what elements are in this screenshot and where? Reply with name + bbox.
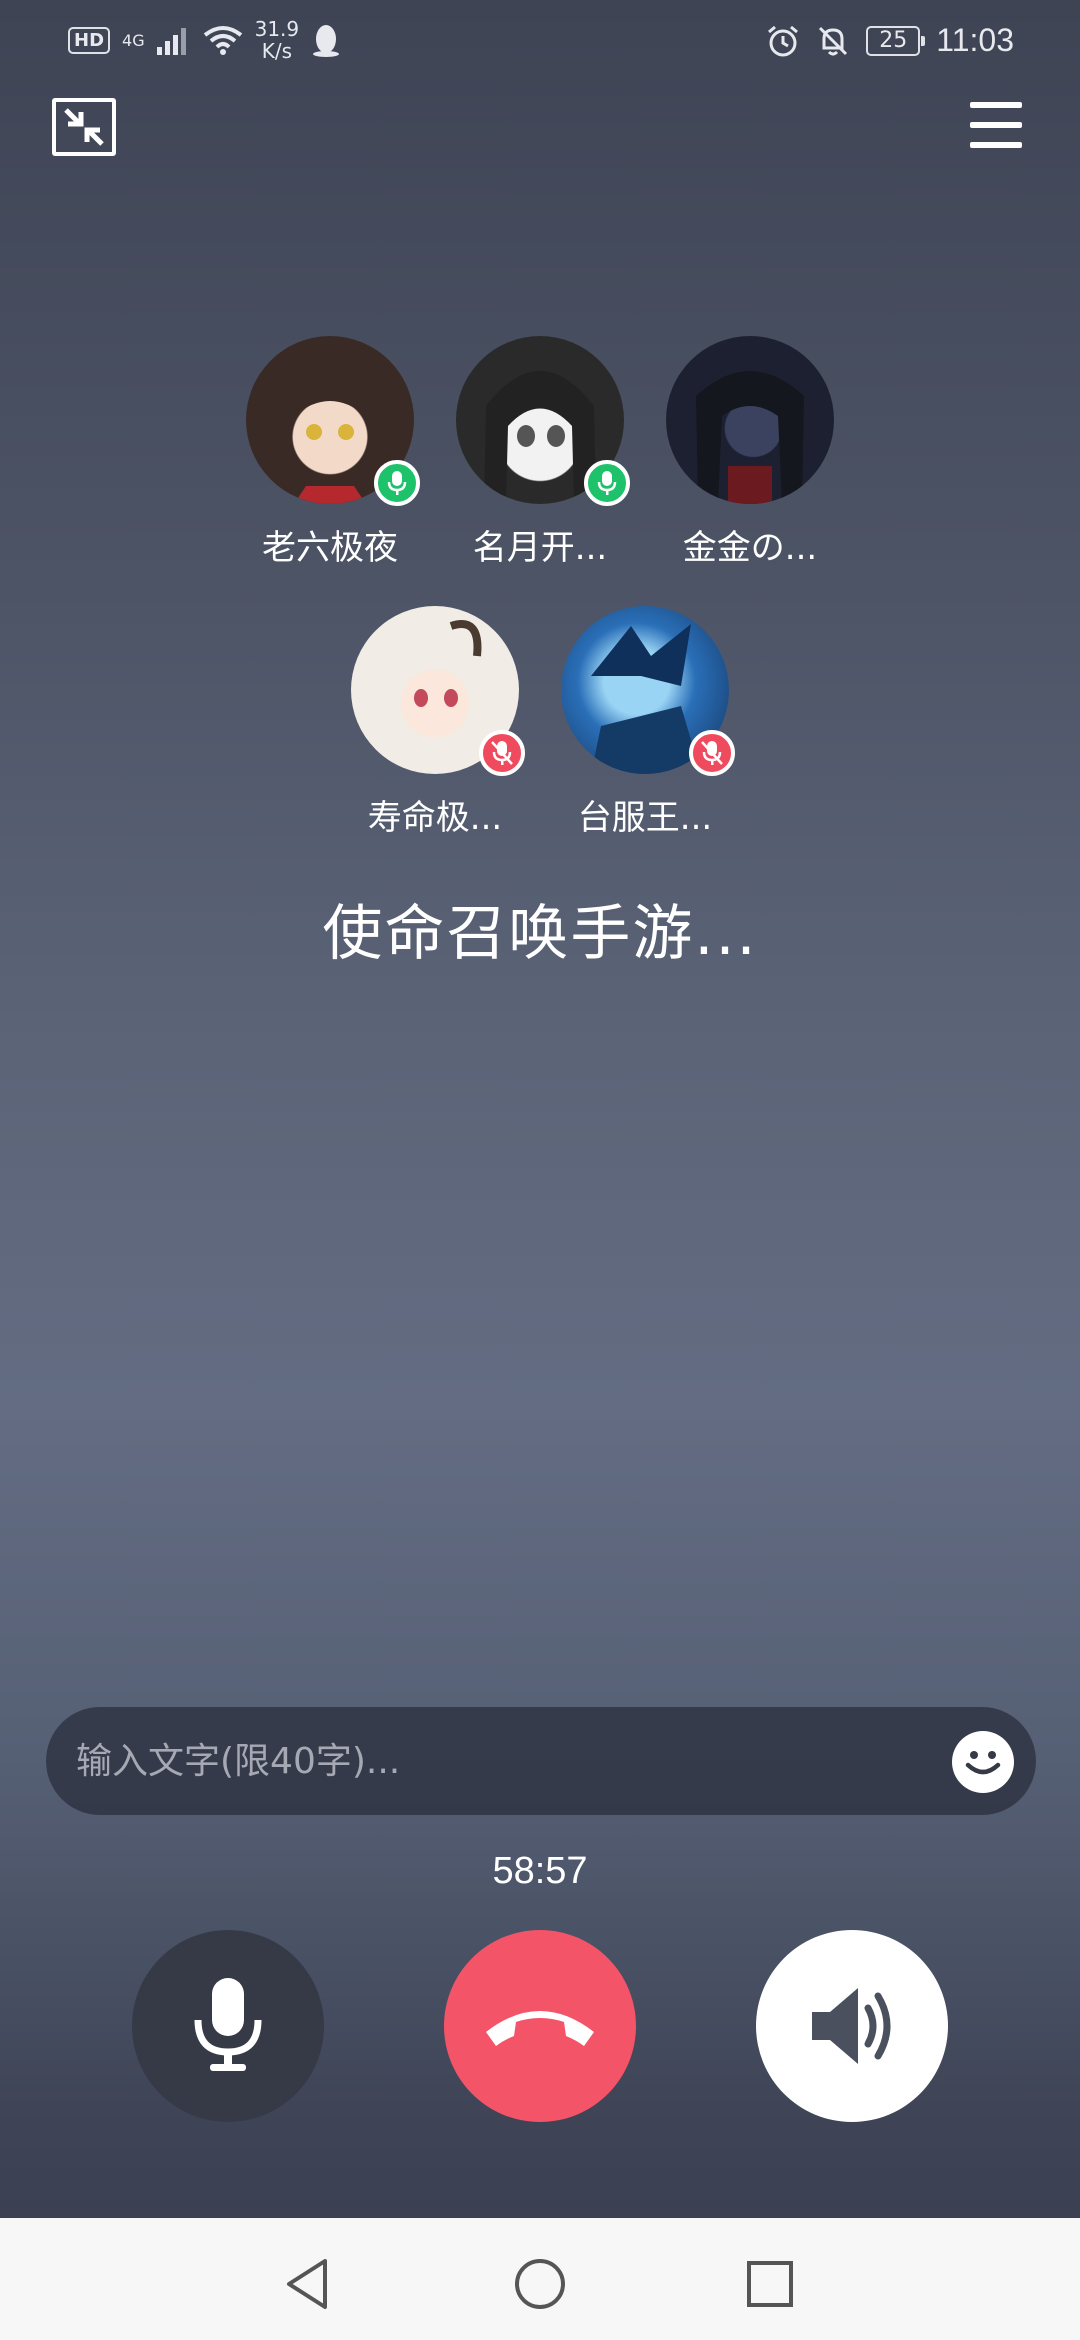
shrink-window-icon: [64, 108, 104, 146]
microphone-muted-icon: [491, 741, 513, 765]
participant-name: 金金の...: [682, 528, 818, 568]
call-timer: 58:57: [492, 1850, 588, 1892]
clock: 11:03: [936, 22, 1014, 58]
signal-icon: [156, 28, 186, 55]
participant-name: 寿命极...: [367, 798, 503, 838]
microphone-icon: [387, 471, 407, 495]
chat-text-input[interactable]: [76, 1740, 936, 1782]
mute-button[interactable]: [132, 1930, 324, 2122]
speed-value: 31.9: [254, 17, 300, 41]
status-left: HD 4G 31.9 K/s: [68, 18, 341, 62]
avatar-image: [666, 336, 834, 504]
battery-indicator: 25: [866, 25, 926, 56]
mic-on-badge: [374, 460, 420, 506]
system-nav-bar: [0, 2218, 1080, 2340]
hang-up-button[interactable]: [444, 1930, 636, 2122]
participant-name: 老六极夜: [262, 528, 398, 568]
mic-on-badge: [584, 460, 630, 506]
speaker-button[interactable]: [756, 1930, 948, 2122]
participant[interactable]: 名月开...: [440, 336, 640, 569]
status-right: 25 11:03: [766, 22, 1014, 59]
speed-unit: K/s: [261, 39, 292, 63]
speaker-icon: [812, 1988, 891, 2064]
status-bar: HD 4G 31.9 K/s 25 11:03: [0, 0, 1080, 92]
emoji-button[interactable]: [952, 1731, 1014, 1793]
participant[interactable]: 台服王...: [545, 606, 745, 839]
network-speed: 31.9 K/s: [255, 18, 300, 62]
avatar: [666, 336, 834, 504]
mic-off-badge: [479, 730, 525, 776]
microphone-icon: [597, 471, 617, 495]
avatar: [246, 336, 420, 506]
avatar: [561, 606, 735, 776]
menu-button[interactable]: [970, 100, 1022, 150]
participant[interactable]: 金金の...: [650, 336, 850, 569]
smiley-icon: [965, 1751, 1001, 1775]
hang-up-icon: [486, 2011, 594, 2046]
nav-back-button[interactable]: [278, 2254, 338, 2314]
avatar: [456, 336, 630, 506]
chat-input-bar: [46, 1707, 1036, 1815]
wifi-icon: [203, 26, 242, 55]
room-title: 使命召唤手游...: [322, 899, 758, 969]
participant-name: 名月开...: [472, 528, 608, 568]
nav-recents-button[interactable]: [740, 2254, 800, 2314]
avatar: [351, 606, 525, 776]
participant[interactable]: 老六极夜: [230, 336, 430, 569]
hamburger-menu-icon: [970, 102, 1022, 108]
qq-penguin-icon: [313, 25, 340, 57]
mic-off-badge: [689, 730, 735, 776]
nav-home-button[interactable]: [510, 2254, 570, 2314]
home-circle-icon: [515, 2259, 565, 2309]
network-type-label: 4G: [122, 30, 145, 50]
minimize-button[interactable]: [52, 98, 116, 156]
recents-square-icon: [747, 2261, 793, 2307]
hd-badge: HD: [68, 26, 111, 54]
participant[interactable]: 寿命极...: [335, 606, 535, 839]
bell-muted-icon: [819, 26, 848, 55]
microphone-icon: [194, 1978, 262, 2071]
back-triangle-icon: [287, 2259, 327, 2309]
participant-name: 台服王...: [577, 798, 713, 838]
alarm-icon: [768, 25, 799, 56]
microphone-muted-icon: [701, 741, 723, 765]
